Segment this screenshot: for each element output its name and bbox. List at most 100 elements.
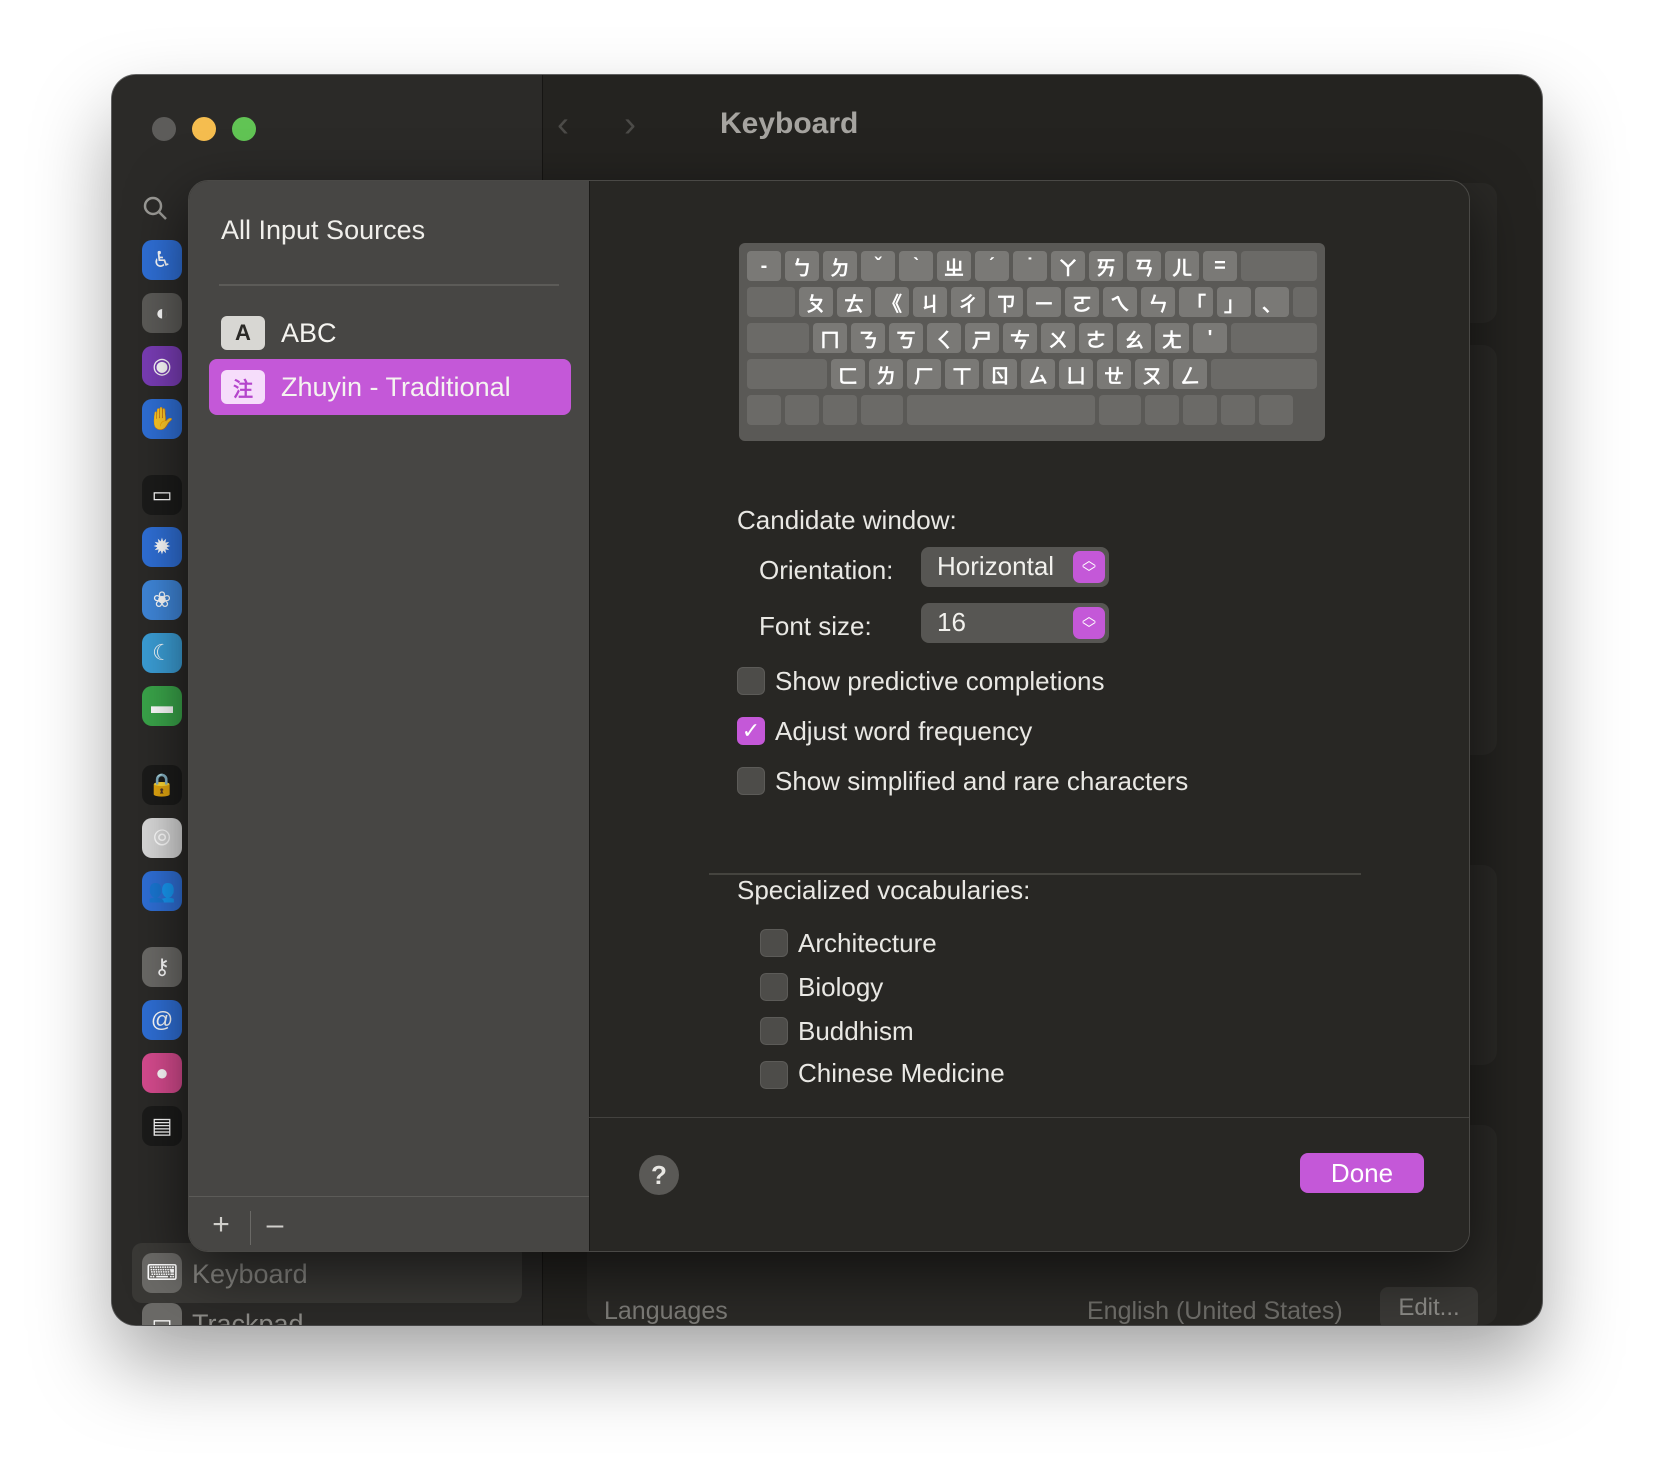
keyboard-key-blank [1259, 395, 1293, 425]
privacy-hand-icon[interactable]: ✋ [142, 399, 182, 439]
touch-id-icon[interactable]: ⦾ [142, 818, 182, 858]
architecture-checkbox[interactable] [760, 929, 788, 957]
vocab-label: Biology [798, 972, 884, 1002]
sidebar-item-trackpad[interactable]: Trackpad [192, 1309, 304, 1325]
keyboard-key: ˇ [861, 251, 895, 281]
back-arrow-icon[interactable]: ‹ [557, 103, 569, 145]
game-center-icon[interactable]: ● [142, 1053, 182, 1093]
keyboard-key: ㄏ [907, 359, 941, 389]
keyboard-key-blank [747, 359, 827, 389]
close-button[interactable] [152, 117, 176, 141]
keyboard-key: ㄟ [1103, 287, 1137, 317]
keyboard-key: ㄈ [831, 359, 865, 389]
keyboard-key: ㄥ [1173, 359, 1207, 389]
keyboard-key-blank [747, 287, 795, 317]
chinese-medicine-checkbox[interactable] [760, 1061, 788, 1089]
keyboard-key: ㄨ [1041, 323, 1075, 353]
siri-icon[interactable]: ◉ [142, 346, 182, 386]
keyboard-key-blank [1221, 395, 1255, 425]
keyboard-key: ㄡ [1135, 359, 1169, 389]
input-source-label: Zhuyin - Traditional [281, 371, 511, 402]
keyboard-key: ㄙ [1021, 359, 1055, 389]
buddhism-checkbox[interactable] [760, 1017, 788, 1045]
divider [189, 1196, 589, 1197]
languages-value: English (United States) [1087, 1297, 1343, 1325]
keyboard-key: ㄕ [965, 323, 999, 353]
wallet-icon[interactable]: ▤ [142, 1106, 182, 1146]
predictive-completions-checkbox[interactable] [737, 667, 765, 695]
keyboard-key: ㄚ [1051, 251, 1085, 281]
remove-source-button[interactable]: – [250, 1205, 300, 1245]
keyboard-key: ˊ [975, 251, 1009, 281]
control-center-icon[interactable]: ◐ [142, 293, 182, 333]
input-sources-sheet: All Input Sources A ABC 注 Zhuyin - Tradi… [188, 180, 1470, 1252]
keyboard-key: ㄠ [1117, 323, 1151, 353]
keyboard-key: ㄝ [1097, 359, 1131, 389]
input-source-abc[interactable]: A ABC [209, 305, 571, 361]
orientation-popup[interactable]: Horizontal ︿ ﹀ [921, 547, 1109, 587]
sidebar-item-keyboard[interactable]: Keyboard [192, 1259, 308, 1290]
input-source-label: ABC [281, 317, 337, 348]
vocab-label: Buddhism [798, 1016, 914, 1046]
keyboard-key-blank [907, 395, 1095, 425]
keyboard-key: ˋ [899, 251, 933, 281]
keyboard-key: ㄤ [1155, 323, 1189, 353]
wallpaper-icon[interactable]: ❀ [142, 580, 182, 620]
keyboard-key: ㄉ [823, 251, 857, 281]
keyboard-key: ㄘ [1003, 323, 1037, 353]
keyboard-key: ㄦ [1165, 251, 1199, 281]
keyboard-key: ㄗ [989, 287, 1023, 317]
keyboard-key: ' [1193, 323, 1227, 353]
maximize-button[interactable] [232, 117, 256, 141]
all-input-sources-heading[interactable]: All Input Sources [221, 215, 425, 246]
languages-label: Languages [604, 1297, 728, 1325]
input-source-zhuyin[interactable]: 注 Zhuyin - Traditional [209, 359, 571, 415]
forward-arrow-icon[interactable]: › [624, 103, 636, 145]
keyboard-key: ㄇ [813, 323, 847, 353]
keyboard-key-blank [1183, 395, 1217, 425]
add-source-button[interactable]: + [196, 1205, 246, 1245]
languages-edit-button[interactable]: Edit... [1380, 1287, 1478, 1325]
lock-screen-icon[interactable]: 🔒 [142, 765, 182, 805]
keyboard-key: ㄒ [945, 359, 979, 389]
keyboard-key-blank [823, 395, 857, 425]
font-size-label: Font size: [759, 611, 872, 641]
keyboard-key: ㄆ [799, 287, 833, 317]
keyboard-key-blank [785, 395, 819, 425]
keyboard-key: ˙ [1013, 251, 1047, 281]
internet-accounts-icon[interactable]: @ [142, 1000, 182, 1040]
orientation-label: Orientation: [759, 555, 894, 585]
keyboard-key: ㄓ [937, 251, 971, 281]
adjust-word-frequency-checkbox[interactable]: ✓ [737, 717, 765, 745]
keyboard-key-blank [747, 323, 809, 353]
passwords-icon[interactable]: ⚷ [142, 947, 182, 987]
keyboard-key: ㄑ [927, 323, 961, 353]
keyboard-key-blank [747, 395, 781, 425]
sidebar-item-keyboard-highlight[interactable] [132, 1243, 522, 1303]
users-groups-icon[interactable]: 👥 [142, 871, 182, 911]
zhuyin-badge-icon: 注 [221, 370, 265, 404]
keyboard-key-blank [1241, 251, 1317, 281]
search-icon[interactable] [142, 195, 168, 228]
desktop-dock-icon[interactable]: ▭ [142, 475, 182, 515]
accessibility-icon[interactable]: ♿ [142, 240, 182, 280]
minimize-button[interactable] [192, 117, 216, 141]
battery-icon[interactable]: ▬ [142, 686, 182, 726]
screen-saver-icon[interactable]: ☾ [142, 633, 182, 673]
divider [589, 1117, 1469, 1118]
font-size-popup[interactable]: 16 ︿ ﹀ [921, 603, 1109, 643]
option-label: Show predictive completions [775, 666, 1105, 696]
done-button[interactable]: Done [1300, 1153, 1424, 1193]
biology-checkbox[interactable] [760, 973, 788, 1001]
option-label: Adjust word frequency [775, 716, 1033, 746]
keyboard-key: ㄣ [1141, 287, 1175, 317]
trackpad-icon: ▭ [142, 1303, 182, 1325]
simplified-rare-checkbox[interactable] [737, 767, 765, 795]
option-label: Show simplified and rare characters [775, 766, 1189, 796]
help-button[interactable]: ? [639, 1155, 679, 1195]
keyboard-layout-preview: - ㄅㄉ ˇ ˋ ㄓ ˊ ˙ ㄚㄞㄢㄦ = ㄆㄊ《ㄐㄔㄗㄧㄛㄟㄣ「」、ㄇㄋㄎㄑㄕㄘㄨㄜㄠㄤ ' ㄈㄌㄏ… [739, 243, 1325, 441]
keyboard-key: ㄐ [913, 287, 947, 317]
input-sources-list: All Input Sources A ABC 注 Zhuyin - Tradi… [189, 181, 590, 1251]
keyboard-icon: ⌨ [142, 1253, 182, 1293]
displays-icon[interactable]: ✹ [142, 527, 182, 567]
